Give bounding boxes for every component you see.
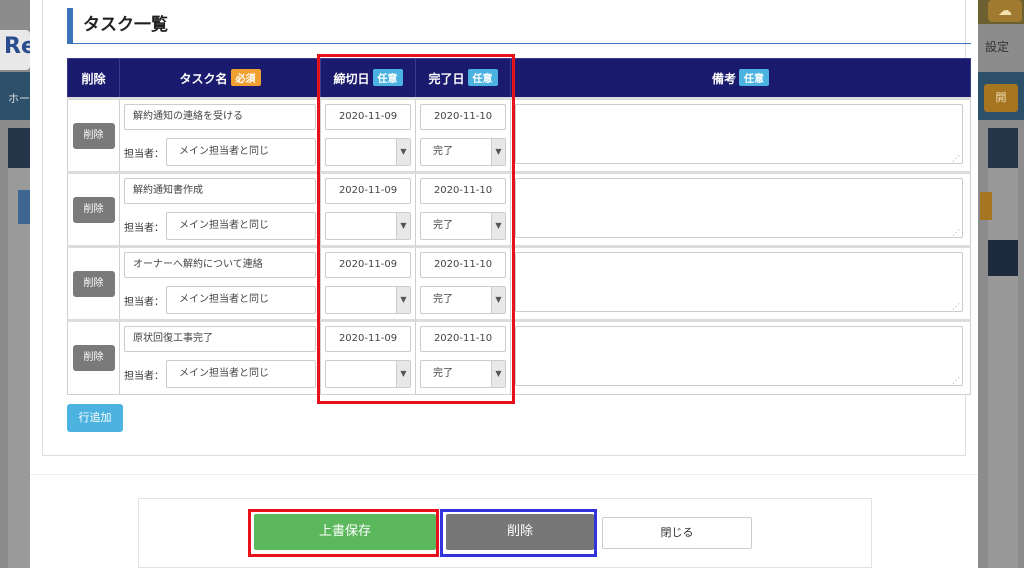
note-textarea[interactable]: ⋰ (515, 326, 963, 386)
resize-grip-icon[interactable]: ⋰ (952, 155, 960, 163)
background-orange-button: 開 (984, 84, 1018, 112)
settings-link: 設定 (984, 40, 1009, 54)
assignee-select[interactable]: メイン担当者と同じ (166, 212, 316, 240)
due-date-input[interactable]: 2020-11-09 (325, 252, 411, 278)
task-modal: タスク一覧 削除 タスク名 必須 締切日 任意 完了日 任意 備考 任意 削除 解約通知… (30, 0, 978, 568)
background-right-header (988, 128, 1018, 168)
assignee-label: 担当者： (124, 148, 164, 160)
resize-grip-icon[interactable]: ⋰ (952, 303, 960, 311)
due-date-input[interactable]: 2020-11-09 (325, 104, 411, 130)
header-task-name: タスク名 必須 (119, 58, 321, 99)
table-row: 削除 解約通知の連絡を受ける 担当者： メイン担当者と同じ 2020-11-09… (67, 97, 971, 173)
due-status-select[interactable]: ▼ (325, 286, 411, 314)
background-left-header (8, 128, 32, 168)
assignee-label: 担当者： (124, 370, 164, 382)
assignee-label: 担当者： (124, 222, 164, 234)
table-row: 削除 解約通知書作成 担当者： メイン担当者と同じ 2020-11-09 ▼ 2… (67, 171, 971, 247)
header-due-date: 締切日 任意 (320, 58, 416, 99)
close-button[interactable]: 閉じる (602, 517, 752, 549)
background-right-row (988, 240, 1018, 276)
delete-row-button[interactable]: 削除 (72, 122, 115, 149)
optional-badge: 任意 (467, 69, 498, 86)
status-select[interactable]: 完了 ▼ (420, 138, 506, 166)
chevron-down-icon: ▼ (491, 361, 505, 387)
save-button[interactable]: 上書保存 (254, 514, 436, 550)
chevron-down-icon: ▼ (491, 139, 505, 165)
due-status-select[interactable]: ▼ (325, 138, 411, 166)
status-select[interactable]: 完了 ▼ (420, 212, 506, 240)
header-delete: 削除 (67, 58, 120, 99)
task-name-input[interactable]: 原状回復工事完了 (124, 326, 316, 352)
chevron-down-icon: ▼ (396, 139, 410, 165)
task-table: 削除 タスク名 必須 締切日 任意 完了日 任意 備考 任意 削除 解約通知の連絡を受け… (67, 58, 971, 395)
task-panel: タスク一覧 削除 タスク名 必須 締切日 任意 完了日 任意 備考 任意 削除 解約通知… (42, 0, 971, 456)
chevron-down-icon: ▼ (396, 287, 410, 313)
resize-grip-icon[interactable]: ⋰ (952, 377, 960, 385)
delete-row-button[interactable]: 削除 (72, 270, 115, 297)
note-textarea[interactable]: ⋰ (515, 178, 963, 238)
due-date-input[interactable]: 2020-11-09 (325, 326, 411, 352)
task-name-input[interactable]: 解約通知書作成 (124, 178, 316, 204)
done-date-input[interactable]: 2020-11-10 (420, 252, 506, 278)
assignee-select[interactable]: メイン担当者と同じ (166, 138, 316, 166)
cloud-icon: ☁ (988, 0, 1022, 22)
background-right-button (980, 192, 992, 220)
chevron-down-icon: ▼ (396, 361, 410, 387)
status-select[interactable]: 完了 ▼ (420, 286, 506, 314)
delete-row-button[interactable]: 削除 (72, 196, 115, 223)
header-note: 備考 任意 (510, 58, 971, 99)
done-date-input[interactable]: 2020-11-10 (420, 326, 506, 352)
assignee-label: 担当者： (124, 296, 164, 308)
done-date-input[interactable]: 2020-11-10 (420, 178, 506, 204)
app-logo: Re (0, 30, 36, 70)
footer-divider (30, 474, 978, 475)
table-row: 削除 オーナーへ解約について連絡 担当者： メイン担当者と同じ 2020-11-… (67, 245, 971, 321)
delete-button[interactable]: 削除 (446, 514, 594, 550)
status-select[interactable]: 完了 ▼ (420, 360, 506, 388)
resize-grip-icon[interactable]: ⋰ (952, 229, 960, 237)
note-textarea[interactable]: ⋰ (515, 252, 963, 312)
task-name-input[interactable]: 解約通知の連絡を受ける (124, 104, 316, 130)
note-textarea[interactable]: ⋰ (515, 104, 963, 164)
table-row: 削除 原状回復工事完了 担当者： メイン担当者と同じ 2020-11-09 ▼ … (67, 319, 971, 395)
chevron-down-icon: ▼ (491, 287, 505, 313)
optional-badge: 任意 (739, 69, 769, 86)
due-status-select[interactable]: ▼ (325, 360, 411, 388)
delete-row-button[interactable]: 削除 (72, 345, 115, 371)
due-date-input[interactable]: 2020-11-09 (325, 178, 411, 204)
due-status-select[interactable]: ▼ (325, 212, 411, 240)
header-done-date: 完了日 任意 (415, 58, 511, 99)
assignee-select[interactable]: メイン担当者と同じ (166, 360, 316, 388)
done-date-input[interactable]: 2020-11-10 (420, 104, 506, 130)
add-row-button[interactable]: 行追加 (67, 404, 123, 432)
background-right-panel (988, 128, 1018, 568)
optional-badge: 任意 (372, 69, 403, 86)
chevron-down-icon: ▼ (491, 213, 505, 239)
home-breadcrumb: ホー (8, 92, 30, 105)
section-title: タスク一覧 (67, 8, 971, 44)
table-header-row: 削除 タスク名 必須 締切日 任意 完了日 任意 備考 任意 (67, 58, 971, 99)
chevron-down-icon: ▼ (396, 213, 410, 239)
task-name-input[interactable]: オーナーへ解約について連絡 (124, 252, 316, 278)
required-badge: 必須 (230, 69, 261, 86)
assignee-select[interactable]: メイン担当者と同じ (166, 286, 316, 314)
